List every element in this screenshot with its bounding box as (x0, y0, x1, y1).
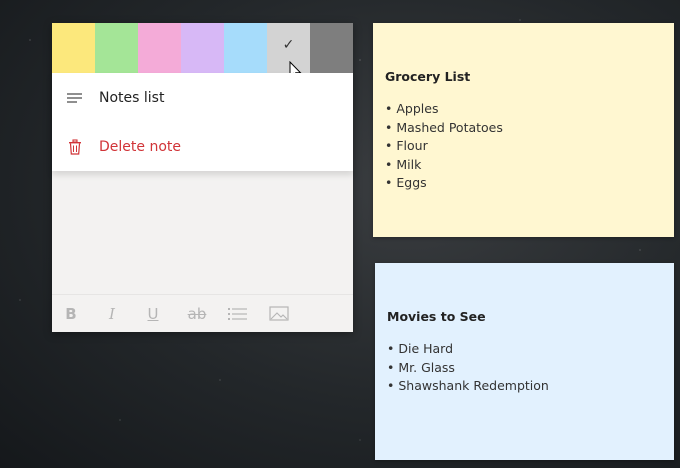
color-swatch-yellow[interactable] (52, 23, 95, 73)
underline-icon: U (147, 304, 159, 323)
note-menu: Notes list Delete note (52, 73, 353, 171)
list-item: Apples (385, 100, 660, 119)
list-item: Flour (385, 137, 660, 156)
note-title: Movies to See (387, 309, 486, 324)
list-item: Mr. Glass (387, 359, 660, 378)
color-swatch-blue[interactable] (224, 23, 267, 73)
bullet-list-icon (228, 307, 247, 320)
color-swatch-purple[interactable] (181, 23, 224, 73)
italic-icon: I (109, 304, 115, 323)
italic-button[interactable]: I (105, 299, 146, 329)
list-item: Shawshank Redemption (387, 377, 660, 396)
color-swatch-pink[interactable] (138, 23, 181, 73)
color-swatch-row: ✓ (52, 23, 353, 73)
bullet-list-button[interactable] (228, 299, 269, 329)
hamburger-icon (67, 92, 82, 103)
sticky-note-movies-to-see[interactable]: Movies to See Die Hard Mr. Glass Shawsha… (375, 263, 674, 460)
underline-button[interactable]: U (146, 299, 187, 329)
formatting-toolbar: B I U ab (52, 294, 353, 332)
checkmark-icon: ✓ (282, 37, 295, 53)
list-item: Eggs (385, 174, 660, 193)
delete-note-label: Delete note (99, 138, 181, 155)
list-item: Milk (385, 156, 660, 175)
sticky-note-grocery-list[interactable]: Grocery List Apples Mashed Potatoes Flou… (373, 23, 674, 237)
color-swatch-green[interactable] (95, 23, 138, 73)
color-swatch-charcoal[interactable] (310, 23, 353, 73)
notes-list-label: Notes list (99, 89, 165, 106)
list-item: Die Hard (387, 340, 660, 359)
strikethrough-icon: ab (187, 304, 207, 323)
insert-image-button[interactable] (269, 299, 310, 329)
strikethrough-button[interactable]: ab (187, 299, 228, 329)
bold-button[interactable]: B (64, 299, 105, 329)
bold-icon: B (65, 304, 77, 323)
trash-icon (69, 138, 81, 155)
note-bullet-list: Apples Mashed Potatoes Flour Milk Eggs (385, 100, 660, 193)
notes-list-menu-item[interactable]: Notes list (52, 73, 353, 122)
list-item: Mashed Potatoes (385, 119, 660, 138)
note-bullet-list: Die Hard Mr. Glass Shawshank Redemption (387, 340, 660, 396)
image-icon (269, 305, 289, 321)
note-title: Grocery List (385, 69, 471, 84)
note-settings-panel: ✓ Notes list Delete note B I U ab (52, 23, 353, 332)
delete-note-menu-item[interactable]: Delete note (52, 122, 353, 171)
